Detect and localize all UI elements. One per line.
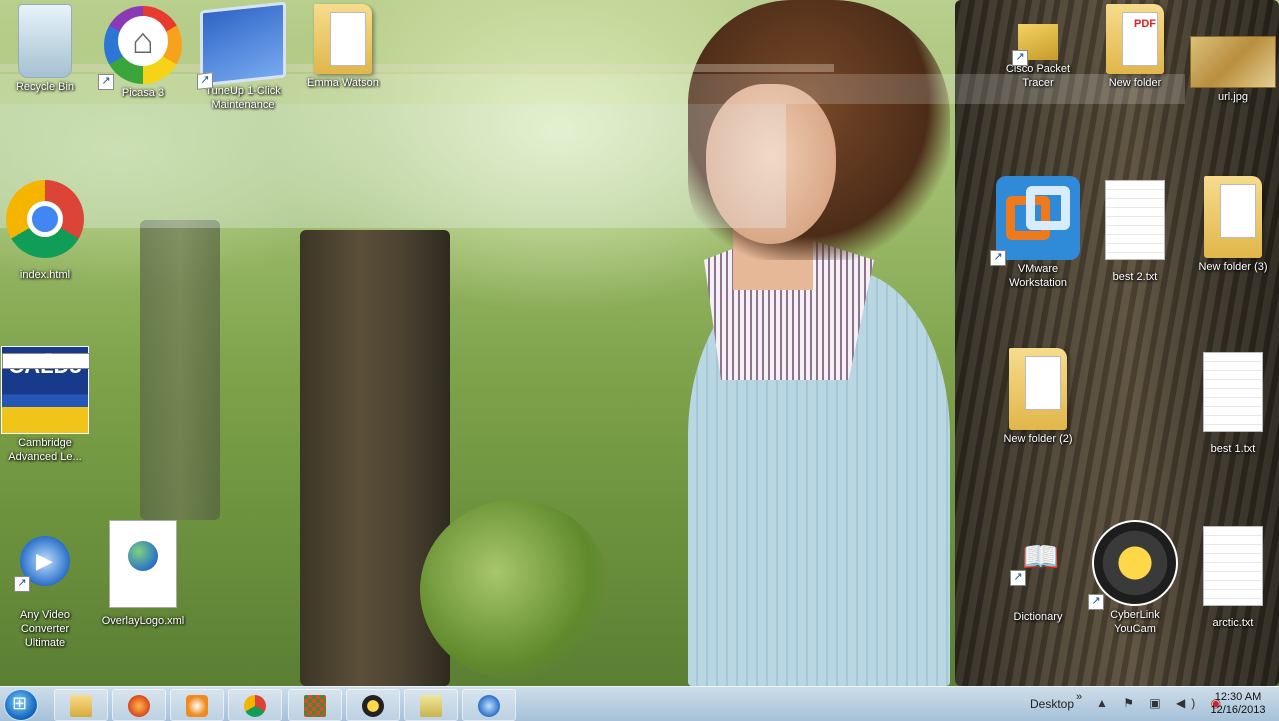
chrome-icon — [6, 180, 84, 258]
folder-icon — [1009, 348, 1067, 430]
desktop-icon-label: Cisco Packet Tracer — [1005, 63, 1071, 89]
desktop-icon-best2-txt[interactable]: best 2.txt — [1090, 180, 1180, 284]
network-icon[interactable]: ▣ — [1149, 696, 1166, 710]
desktop-toolbar-label[interactable]: Desktop — [1030, 697, 1074, 711]
shortcut-arrow-icon: ↗ — [98, 74, 114, 90]
desktop-icon-cyberlink-youcam[interactable]: ↗ CyberLink YouCam — [1088, 520, 1180, 636]
vmware-icon: ↗ — [990, 176, 1080, 266]
shortcut-arrow-icon: ↗ — [14, 576, 30, 592]
xml-file-icon — [109, 520, 177, 608]
desktop-icon-new-folder-3[interactable]: New folder (3) — [1188, 176, 1278, 274]
shortcut-arrow-icon: ↗ — [2, 350, 90, 372]
media-player-icon — [186, 695, 208, 718]
picasa-icon: ↗ — [98, 6, 182, 90]
taskbar-button-firefox[interactable] — [112, 689, 166, 721]
folder-icon: PDF — [1106, 4, 1164, 74]
app-grid-icon — [304, 695, 326, 718]
desktop-icon-label: New folder (2) — [1003, 433, 1073, 445]
desktop-icon-label: best 1.txt — [1210, 443, 1256, 455]
firefox-icon — [128, 695, 150, 718]
taskbar-button-explorer[interactable] — [54, 689, 108, 721]
taskbar: Desktop » ▲ ⚑ ▣ ◀) ◉ 12:30 AM 12/16/2013 — [0, 686, 1279, 721]
video-converter-icon — [478, 695, 500, 718]
folder-icon — [314, 4, 372, 74]
desktop-icon-label: index.html — [19, 269, 71, 281]
chevron-icon[interactable]: » — [1076, 691, 1082, 703]
book-icon: ↗ — [1010, 540, 1060, 586]
taskbar-button-app-grid[interactable] — [288, 689, 342, 721]
shortcut-arrow-icon: ↗ — [1012, 50, 1028, 66]
shortcut-arrow-icon: ↗ — [990, 250, 1006, 266]
folder-icon — [420, 695, 442, 718]
taskbar-button-video-converter[interactable] — [462, 689, 516, 721]
ghost-panel-overlay — [0, 104, 786, 228]
desktop-wallpaper — [0, 0, 1279, 686]
desktop-icon-label: Emma Watson — [307, 77, 379, 89]
packet-tracer-icon: ↗ — [1012, 24, 1058, 66]
desktop-icon-cisco-packet-tracer[interactable]: ↗ Cisco Packet Tracer — [993, 24, 1083, 90]
text-file-icon — [1203, 352, 1263, 432]
clock-date: 12/16/2013 — [1210, 704, 1266, 716]
show-hidden-icons-icon[interactable]: ▲ — [1096, 696, 1114, 710]
tuneup-icon: ↗ — [197, 1, 286, 90]
desktop-icon-label: OverlayLogo.xml — [101, 615, 185, 627]
taskbar-button-folder[interactable] — [404, 689, 458, 721]
webcam-icon — [362, 695, 384, 718]
desktop-icon-index-html[interactable]: index.html — [0, 180, 90, 282]
desktop-icon-label: Any Video Converter Ultimate — [20, 609, 70, 649]
desktop-icon-vmware[interactable]: ↗ VMware Workstation — [990, 176, 1083, 290]
desktop-icon-label: VMware Workstation — [1009, 263, 1067, 289]
background-tree-trunk — [140, 220, 220, 520]
leafy-bush — [420, 500, 610, 680]
taskbar-button-chrome[interactable] — [228, 689, 282, 721]
clock-time: 12:30 AM — [1214, 691, 1262, 703]
taskbar-button-webcam[interactable] — [346, 689, 400, 721]
desktop-icon-url-jpg[interactable]: url.jpg — [1188, 36, 1278, 104]
desktop-icon-label: Recycle Bin — [15, 81, 75, 93]
desktop-icon-picasa[interactable]: ↗ Picasa 3 — [98, 6, 188, 100]
desktop-icon-new-folder-2[interactable]: New folder (2) — [993, 348, 1083, 446]
text-file-icon — [1203, 526, 1263, 606]
video-converter-icon: ↗ — [14, 536, 70, 592]
desktop-icon-recycle-bin[interactable]: Recycle Bin — [0, 4, 90, 94]
volume-icon[interactable]: ◀) — [1176, 696, 1201, 710]
shortcut-arrow-icon: ↗ — [197, 72, 213, 90]
desktop-icon-new-folder[interactable]: PDF New folder — [1090, 4, 1180, 90]
desktop-icon-best1-txt[interactable]: best 1.txt — [1188, 352, 1278, 456]
desktop-icon-label: arctic.txt — [1212, 617, 1254, 629]
text-file-icon — [1105, 180, 1165, 260]
desktop-icon-label: New folder — [1108, 77, 1162, 89]
desktop-icon-any-video-converter[interactable]: ↗ Any Video Converter Ultimate — [0, 536, 90, 650]
desktop-icon-label: Cambridge Advanced Le... — [8, 437, 82, 463]
flag-icon[interactable]: ⚑ — [1123, 696, 1140, 710]
desktop-icon-emma-watson[interactable]: Emma Watson — [298, 4, 388, 90]
windows-explorer-icon — [70, 695, 92, 718]
webcam-icon: ↗ — [1088, 520, 1178, 610]
clock[interactable]: 12:30 AM 12/16/2013 — [1206, 691, 1270, 717]
desktop-icon-overlaylogo-xml[interactable]: OverlayLogo.xml — [98, 520, 188, 628]
desktop-icon-dictionary[interactable]: ↗ Dictionary — [993, 540, 1083, 624]
chrome-icon — [244, 695, 266, 718]
desktop-icon-tuneup[interactable]: ↗ TuneUp 1-Click Maintenance — [197, 1, 288, 112]
folder-icon — [1204, 176, 1262, 258]
desktop-icon-label: CyberLink YouCam — [1110, 609, 1160, 635]
desktop-icon-label: Dictionary — [1013, 611, 1063, 623]
pdf-badge: PDF — [1134, 18, 1156, 30]
taskbar-button-media-player[interactable] — [170, 689, 224, 721]
start-button[interactable] — [4, 689, 38, 721]
cald3-icon: CALD3 ↗ — [1, 346, 90, 434]
desktop-icon-cambridge-dictionary[interactable]: CALD3 ↗ Cambridge Advanced Le... — [0, 346, 90, 464]
shortcut-arrow-icon: ↗ — [1010, 570, 1026, 586]
desktop-icon-label: url.jpg — [1218, 91, 1248, 103]
desktop-icon-label: best 2.txt — [1112, 271, 1158, 283]
shortcut-arrow-icon: ↗ — [1088, 594, 1104, 610]
image-file-icon — [1190, 36, 1276, 88]
desktop-icon-arctic-txt[interactable]: arctic.txt — [1188, 526, 1278, 630]
recycle-bin-icon — [18, 4, 72, 78]
desktop-icon-label: New folder (3) — [1198, 261, 1268, 273]
